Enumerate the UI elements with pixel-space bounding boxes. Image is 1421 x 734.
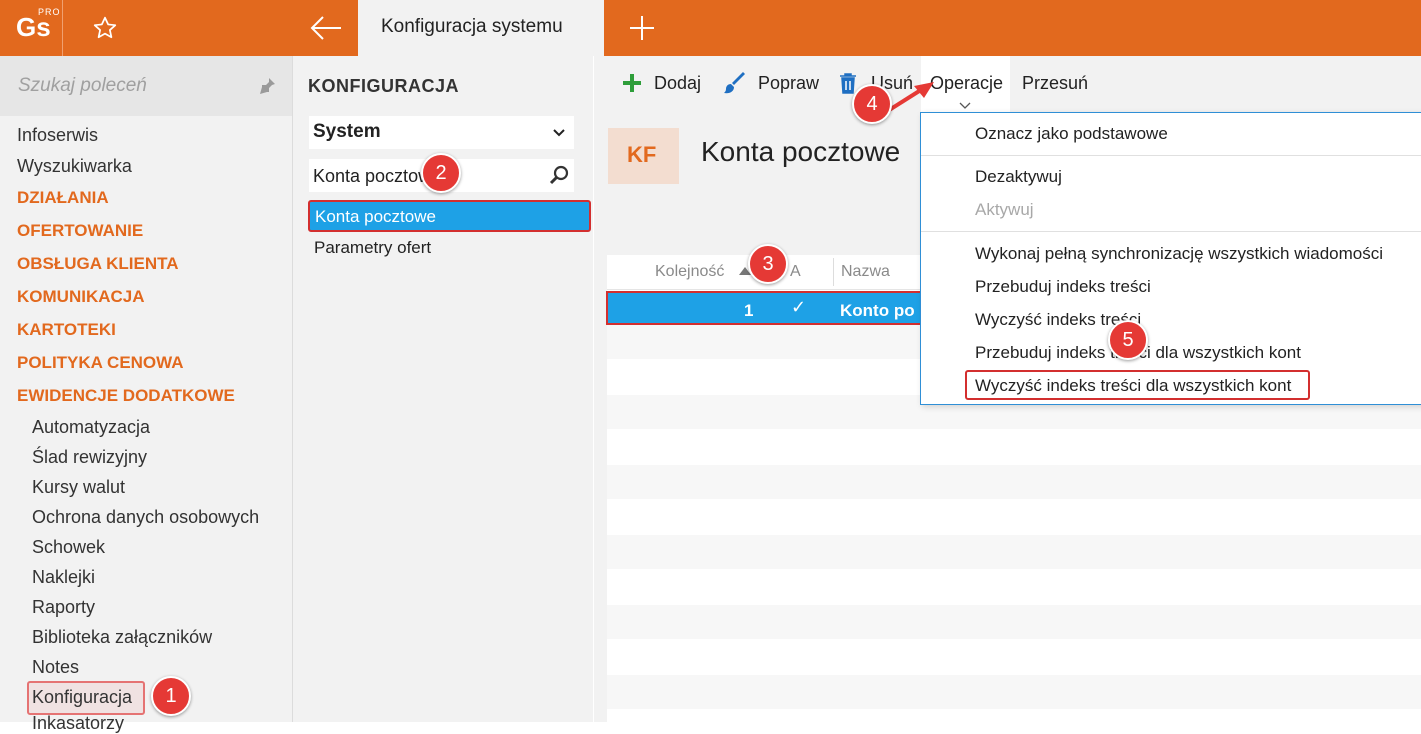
sidebar-category[interactable]: OBSŁUGA KLIENTA xyxy=(17,254,179,274)
menu-item-full-sync[interactable]: Wykonaj pełną synchronizację wszystkich … xyxy=(975,244,1383,264)
edit-button[interactable]: Popraw xyxy=(758,73,819,94)
menu-item-clear-index-all[interactable]: Wyczyść indeks treści dla wszystkich kon… xyxy=(975,376,1291,396)
app-logo[interactable]: Gs PRO xyxy=(0,0,63,56)
config-item-parametry-ofert[interactable]: Parametry ofert xyxy=(314,238,431,258)
sidebar-subitem[interactable]: Kursy walut xyxy=(32,477,125,498)
table-row[interactable]: 1 ✓ Konto po xyxy=(606,291,936,325)
menu-separator xyxy=(921,231,1421,232)
brush-icon[interactable] xyxy=(723,72,747,96)
check-icon: ✓ xyxy=(791,297,807,317)
column-header-active[interactable]: A xyxy=(790,263,801,281)
column-header-nazwa[interactable]: Nazwa xyxy=(841,263,890,281)
step-badge-5: 5 xyxy=(1108,320,1148,360)
search-icon[interactable] xyxy=(548,164,570,186)
sidebar-category[interactable]: KOMUNIKACJA xyxy=(17,287,145,307)
page-badge: KF xyxy=(608,128,679,184)
tab-title: Konfiguracja systemu xyxy=(381,16,563,37)
sidebar-item-wyszukiwarka[interactable]: Wyszukiwarka xyxy=(17,156,132,177)
page-title: Konta pocztowe xyxy=(701,136,901,167)
command-search[interactable]: Szukaj poleceń xyxy=(0,56,292,116)
sidebar-item-konfiguracja[interactable]: Konfiguracja xyxy=(32,687,132,708)
step-badge-1: 1 xyxy=(151,676,191,716)
cell-name: Konto po xyxy=(840,301,915,320)
sidebar-subitem[interactable]: Ochrona danych osobowych xyxy=(32,507,259,528)
add-button[interactable]: Dodaj xyxy=(654,73,701,94)
step-badge-2: 2 xyxy=(421,153,461,193)
star-icon xyxy=(93,16,117,39)
move-button[interactable]: Przesuń xyxy=(1022,73,1088,94)
sidebar-subitem[interactable]: Raporty xyxy=(32,597,95,618)
step-badge-3: 3 xyxy=(748,244,788,284)
tab-konfiguracja-systemu[interactable]: Konfiguracja systemu xyxy=(358,0,604,56)
sidebar-subitem[interactable]: Inkasatorzy xyxy=(32,713,124,734)
column-divider xyxy=(833,258,834,286)
menu-item-activate: Aktywuj xyxy=(975,200,1034,219)
trash-icon[interactable] xyxy=(838,72,858,94)
sidebar-category[interactable]: POLITYKA CENOWA xyxy=(17,353,184,373)
sidebar-category[interactable]: EWIDENCJE DODATKOWE xyxy=(17,386,235,406)
step-badge-4: 4 xyxy=(852,84,892,124)
config-item-konta-pocztowe[interactable]: Konta pocztowe xyxy=(308,200,591,232)
sidebar-subitem[interactable]: Schowek xyxy=(32,537,105,558)
back-button[interactable] xyxy=(292,0,358,56)
menu-item-deactivate[interactable]: Dezaktywuj xyxy=(975,167,1062,187)
menu-separator xyxy=(921,155,1421,156)
sidebar-category[interactable]: KARTOTEKI xyxy=(17,320,116,340)
module-select-value: System xyxy=(313,121,381,142)
sidebar-subitem[interactable]: Automatyzacja xyxy=(32,417,150,438)
logo-pro: PRO xyxy=(38,7,61,17)
search-placeholder: Szukaj poleceń xyxy=(18,75,147,96)
new-tab-button[interactable] xyxy=(604,0,680,56)
chevron-down-icon xyxy=(959,102,971,109)
config-panel-title: KONFIGURACJA xyxy=(308,76,460,96)
sidebar-subitem[interactable]: Biblioteka załączników xyxy=(32,627,212,648)
add-icon[interactable] xyxy=(622,73,642,93)
module-select[interactable]: System xyxy=(309,116,574,149)
sidebar-subitem[interactable]: Naklejki xyxy=(32,567,95,588)
chevron-down-icon xyxy=(553,129,565,137)
sidebar-category[interactable]: DZIAŁANIA xyxy=(17,188,109,208)
pin-icon[interactable] xyxy=(257,76,277,96)
arrow-left-icon xyxy=(310,16,341,40)
cell-order: 1 xyxy=(744,301,754,320)
operations-label: Operacje xyxy=(930,73,1004,93)
sidebar-item-infoserwis[interactable]: Infoserwis xyxy=(17,125,98,146)
favorites-button[interactable] xyxy=(62,0,292,56)
menu-item-mark-default[interactable]: Oznacz jako podstawowe xyxy=(975,124,1168,144)
config-item-label: Konta pocztowe xyxy=(315,207,436,226)
plus-icon xyxy=(630,16,654,40)
column-header-kolejnosc[interactable]: Kolejność xyxy=(655,263,724,281)
sidebar-subitem[interactable]: Notes xyxy=(32,657,79,678)
sidebar-subitem[interactable]: Ślad rewizyjny xyxy=(32,447,147,468)
page-badge-text: KF xyxy=(627,142,657,167)
sidebar-category[interactable]: OFERTOWANIE xyxy=(17,221,143,241)
menu-item-rebuild-index[interactable]: Przebuduj indeks treści xyxy=(975,277,1151,297)
